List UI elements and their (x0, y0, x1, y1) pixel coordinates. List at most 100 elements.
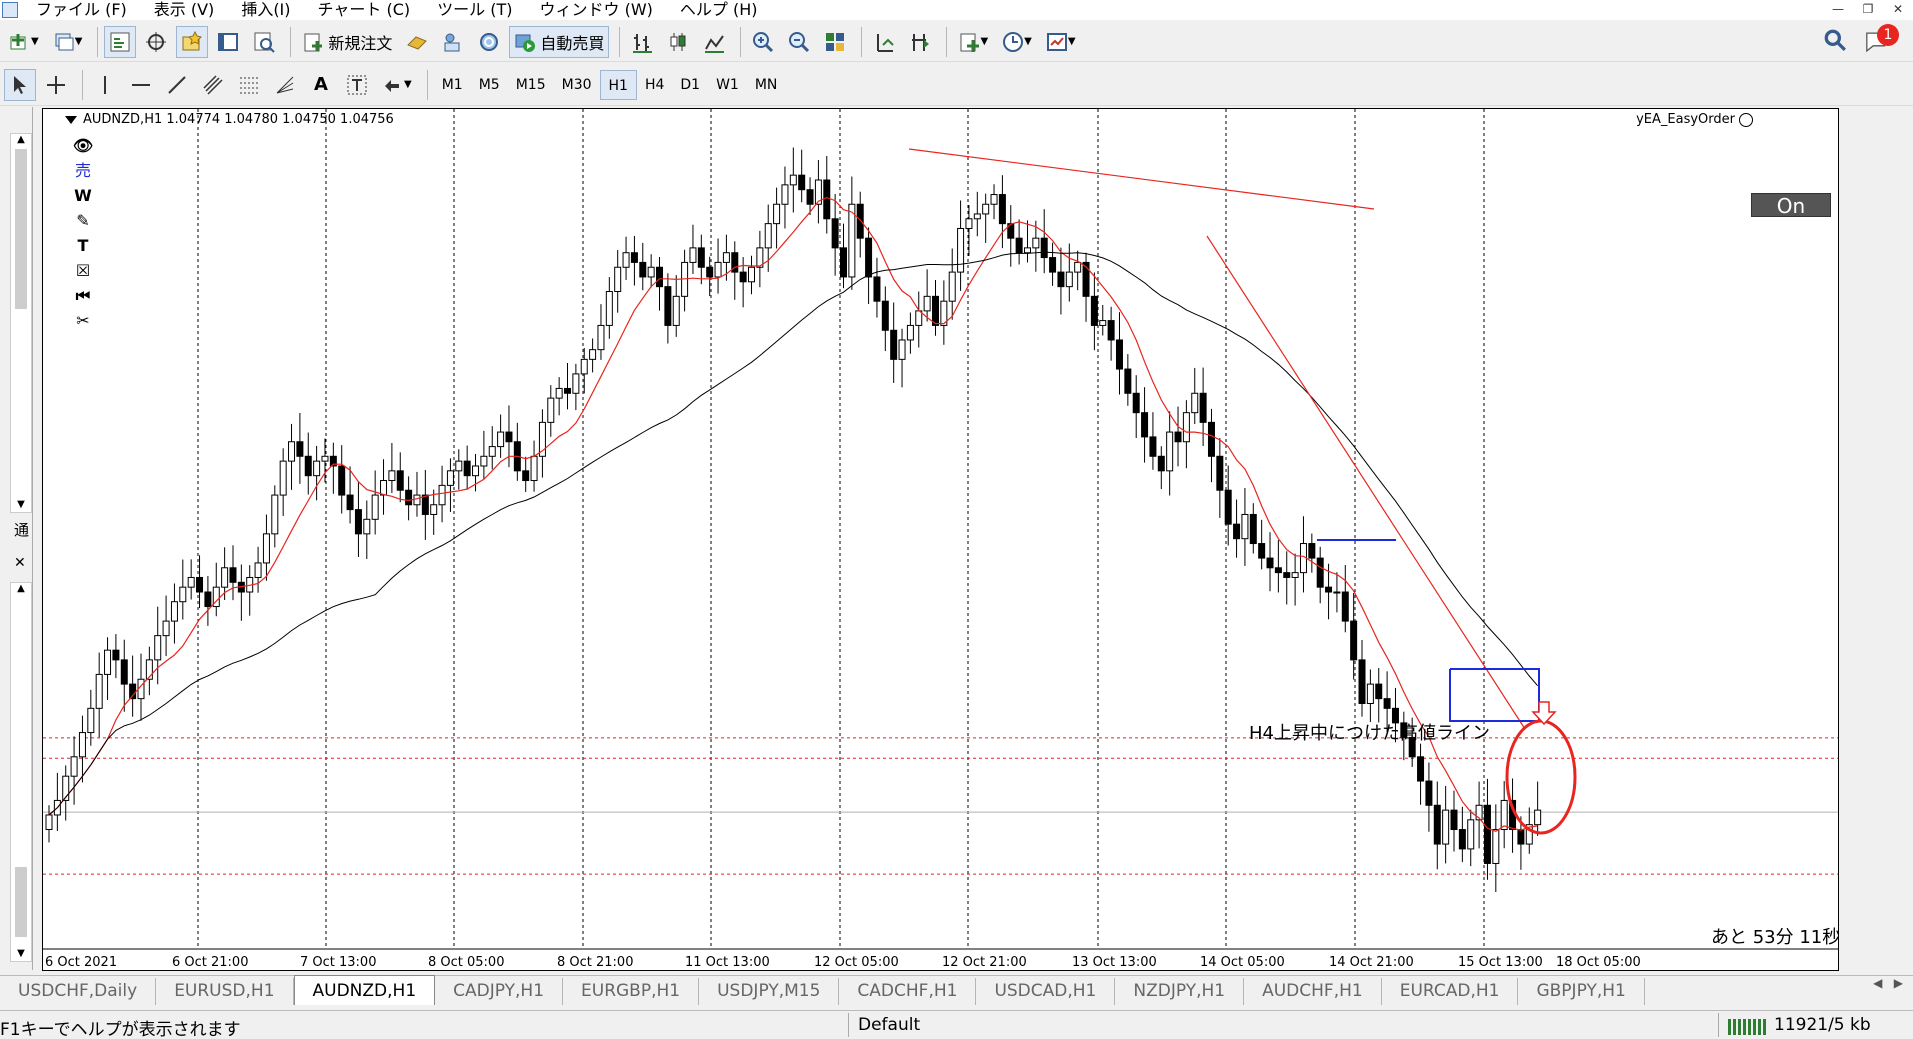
candle-body (898, 339, 906, 360)
scroll-down-icon[interactable]: ▼ (11, 948, 31, 959)
tab-cadchf-h1[interactable]: CADCHF,H1 (839, 978, 977, 1005)
timeframe-m30[interactable]: M30 (554, 70, 600, 100)
metaeditor-button[interactable] (401, 26, 433, 58)
chart-window[interactable]: AUDNZD,H1 1.04774 1.04780 1.04750 1.0475… (42, 108, 1839, 971)
signals-button[interactable] (437, 26, 469, 58)
text-button[interactable]: A (305, 69, 337, 101)
chart-shift-button[interactable] (868, 26, 900, 58)
timeframe-w1[interactable]: W1 (708, 70, 747, 100)
menu-file[interactable]: ファイル (F) (24, 0, 142, 20)
tab-eurgbp-h1[interactable]: EURGBP,H1 (563, 978, 700, 1005)
strategy-tester-button[interactable] (248, 26, 280, 58)
tab-eurcad-h1[interactable]: EURCAD,H1 (1382, 978, 1519, 1005)
tab-usdcad-h1[interactable]: USDCAD,H1 (976, 978, 1116, 1005)
menu-view[interactable]: 表示 (V) (142, 0, 230, 20)
periods-button[interactable]: ▼ (997, 26, 1037, 58)
zoom-in-button[interactable] (747, 26, 779, 58)
eye-icon[interactable]: 👁 (72, 135, 94, 157)
w-icon[interactable]: W (72, 185, 94, 207)
text-t-icon[interactable]: T (72, 235, 94, 257)
menu-window[interactable]: ウィンドウ (W) (527, 0, 667, 20)
terminal-button[interactable] (212, 26, 244, 58)
price-chart-canvas[interactable] (43, 109, 1839, 971)
line-chart-button[interactable] (698, 26, 730, 58)
line-chart-icon (705, 34, 725, 53)
cursor-button[interactable] (4, 68, 36, 101)
expert-advisor-label[interactable]: yEA_EasyOrder (1636, 112, 1753, 127)
data-window-button[interactable] (140, 26, 172, 58)
profiles-button[interactable]: ▼ (48, 26, 88, 58)
menu-insert[interactable]: 挿入(I) (229, 0, 305, 20)
status-profile[interactable]: Default (858, 1015, 920, 1035)
candle-body (998, 194, 1006, 225)
tab-nzdjpy-h1[interactable]: NZDJPY,H1 (1115, 978, 1245, 1005)
new-order-button[interactable]: 新規注文 (297, 26, 397, 58)
panel-tab-label[interactable]: 通 (14, 519, 29, 540)
market-watch-button[interactable] (104, 25, 137, 58)
trendline-button[interactable] (161, 69, 193, 101)
crosshair-button[interactable] (40, 69, 72, 101)
fibonacci-fan-button[interactable] (269, 69, 301, 101)
auto-scroll-icon (912, 33, 930, 51)
tab-usdchf-daily[interactable]: USDCHF,Daily (0, 978, 157, 1005)
scroll-up-icon[interactable]: ▲ (11, 583, 31, 594)
zoom-out-button[interactable] (783, 26, 815, 58)
navigator-button[interactable] (176, 25, 209, 58)
pen-icon[interactable]: ✎ (72, 210, 94, 232)
timeframe-d1[interactable]: D1 (672, 70, 708, 100)
ea-on-button[interactable]: On (1751, 193, 1831, 218)
tab-gbpjpy-h1[interactable]: GBPJPY,H1 (1518, 978, 1645, 1005)
horizontal-line-button[interactable] (125, 69, 157, 101)
bar-chart-button[interactable] (626, 26, 658, 58)
equidistant-channel-button[interactable] (197, 69, 229, 101)
sell-icon[interactable]: 売 (72, 160, 94, 182)
new-chart-button[interactable]: ▼ (4, 26, 44, 58)
menu-help[interactable]: ヘルプ (H) (668, 0, 773, 20)
notifications-button[interactable]: 1 (1863, 24, 1903, 56)
scroll-thumb[interactable] (15, 149, 27, 309)
scroll-thumb[interactable] (15, 867, 27, 937)
candle-body (346, 494, 354, 511)
arrows-button[interactable]: ▼ (377, 69, 417, 101)
close-icon[interactable]: ✕ (1883, 0, 1913, 18)
candle-body (689, 247, 697, 263)
market-button[interactable] (473, 26, 505, 58)
scissors-icon[interactable]: ✂ (72, 310, 94, 332)
scroll-up-icon[interactable]: ▲ (11, 134, 31, 145)
tab-usdjpy-m15[interactable]: USDJPY,M15 (699, 978, 840, 1005)
tab-scroll-icons[interactable]: ◀ ▶ (1873, 976, 1903, 990)
tab-cadjpy-h1[interactable]: CADJPY,H1 (435, 978, 564, 1005)
fibonacci-button[interactable] (233, 69, 265, 101)
timeframe-h1[interactable]: H1 (599, 69, 637, 100)
auto-scroll-button[interactable] (904, 26, 936, 58)
candlestick-button[interactable] (662, 26, 694, 58)
timeframe-m15[interactable]: M15 (508, 70, 554, 100)
timeframe-h4[interactable]: H4 (637, 70, 672, 100)
collapse-arrow-icon[interactable] (65, 115, 77, 124)
rewind-icon[interactable]: ⏮ (72, 285, 94, 307)
scroll-down-icon[interactable]: ▼ (11, 499, 31, 510)
indicators-add-icon (960, 33, 980, 52)
close-icon[interactable]: ✕ (14, 555, 26, 571)
navigator-scrollbar[interactable]: ▲ ▼ (10, 133, 32, 513)
tab-eurusd-h1[interactable]: EURUSD,H1 (156, 978, 294, 1005)
timeframe-m1[interactable]: M1 (434, 70, 471, 100)
restore-icon[interactable]: ❐ (1853, 0, 1883, 18)
timeframe-mn[interactable]: MN (747, 70, 786, 100)
indicators-button[interactable]: ▼ (953, 26, 993, 58)
annotation-text[interactable]: H4上昇中につけた高値ライン (1249, 719, 1490, 745)
menu-chart[interactable]: チャート (C) (306, 0, 426, 20)
tab-audchf-h1[interactable]: AUDCHF,H1 (1244, 978, 1382, 1005)
search-icon[interactable] (1823, 28, 1847, 56)
text-label-button[interactable] (341, 69, 373, 101)
terminal-scrollbar[interactable]: ▲ ▼ (10, 582, 32, 962)
timeframe-m5[interactable]: M5 (471, 70, 508, 100)
tab-audnzd-h1[interactable]: AUDNZD,H1 (293, 975, 436, 1005)
menu-tools[interactable]: ツール (T) (425, 0, 527, 20)
tile-windows-button[interactable] (819, 26, 851, 58)
templates-button[interactable]: ▼ (1041, 26, 1081, 58)
vertical-line-button[interactable] (89, 69, 121, 101)
delete-box-icon[interactable]: ☒ (72, 260, 94, 282)
minimize-icon[interactable]: — (1823, 0, 1853, 18)
autotrading-button[interactable]: 自動売買 (509, 25, 610, 58)
